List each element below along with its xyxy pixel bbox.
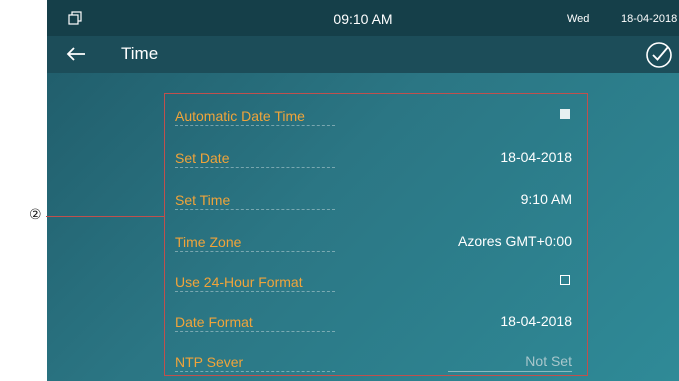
arrow-left-icon[interactable]	[65, 45, 87, 63]
page-title: Time	[121, 44, 159, 63]
annotation-marker: ②	[29, 207, 42, 223]
annotation-leader-line	[46, 216, 164, 217]
annotation-highlight-box	[164, 93, 588, 376]
check-circle-icon[interactable]	[645, 41, 673, 69]
status-bar: 09:10 AM Wed 18-04-2018	[47, 0, 679, 36]
status-day: Wed	[567, 13, 590, 25]
title-bar: Time	[47, 36, 679, 73]
status-date: 18-04-2018	[621, 13, 678, 25]
